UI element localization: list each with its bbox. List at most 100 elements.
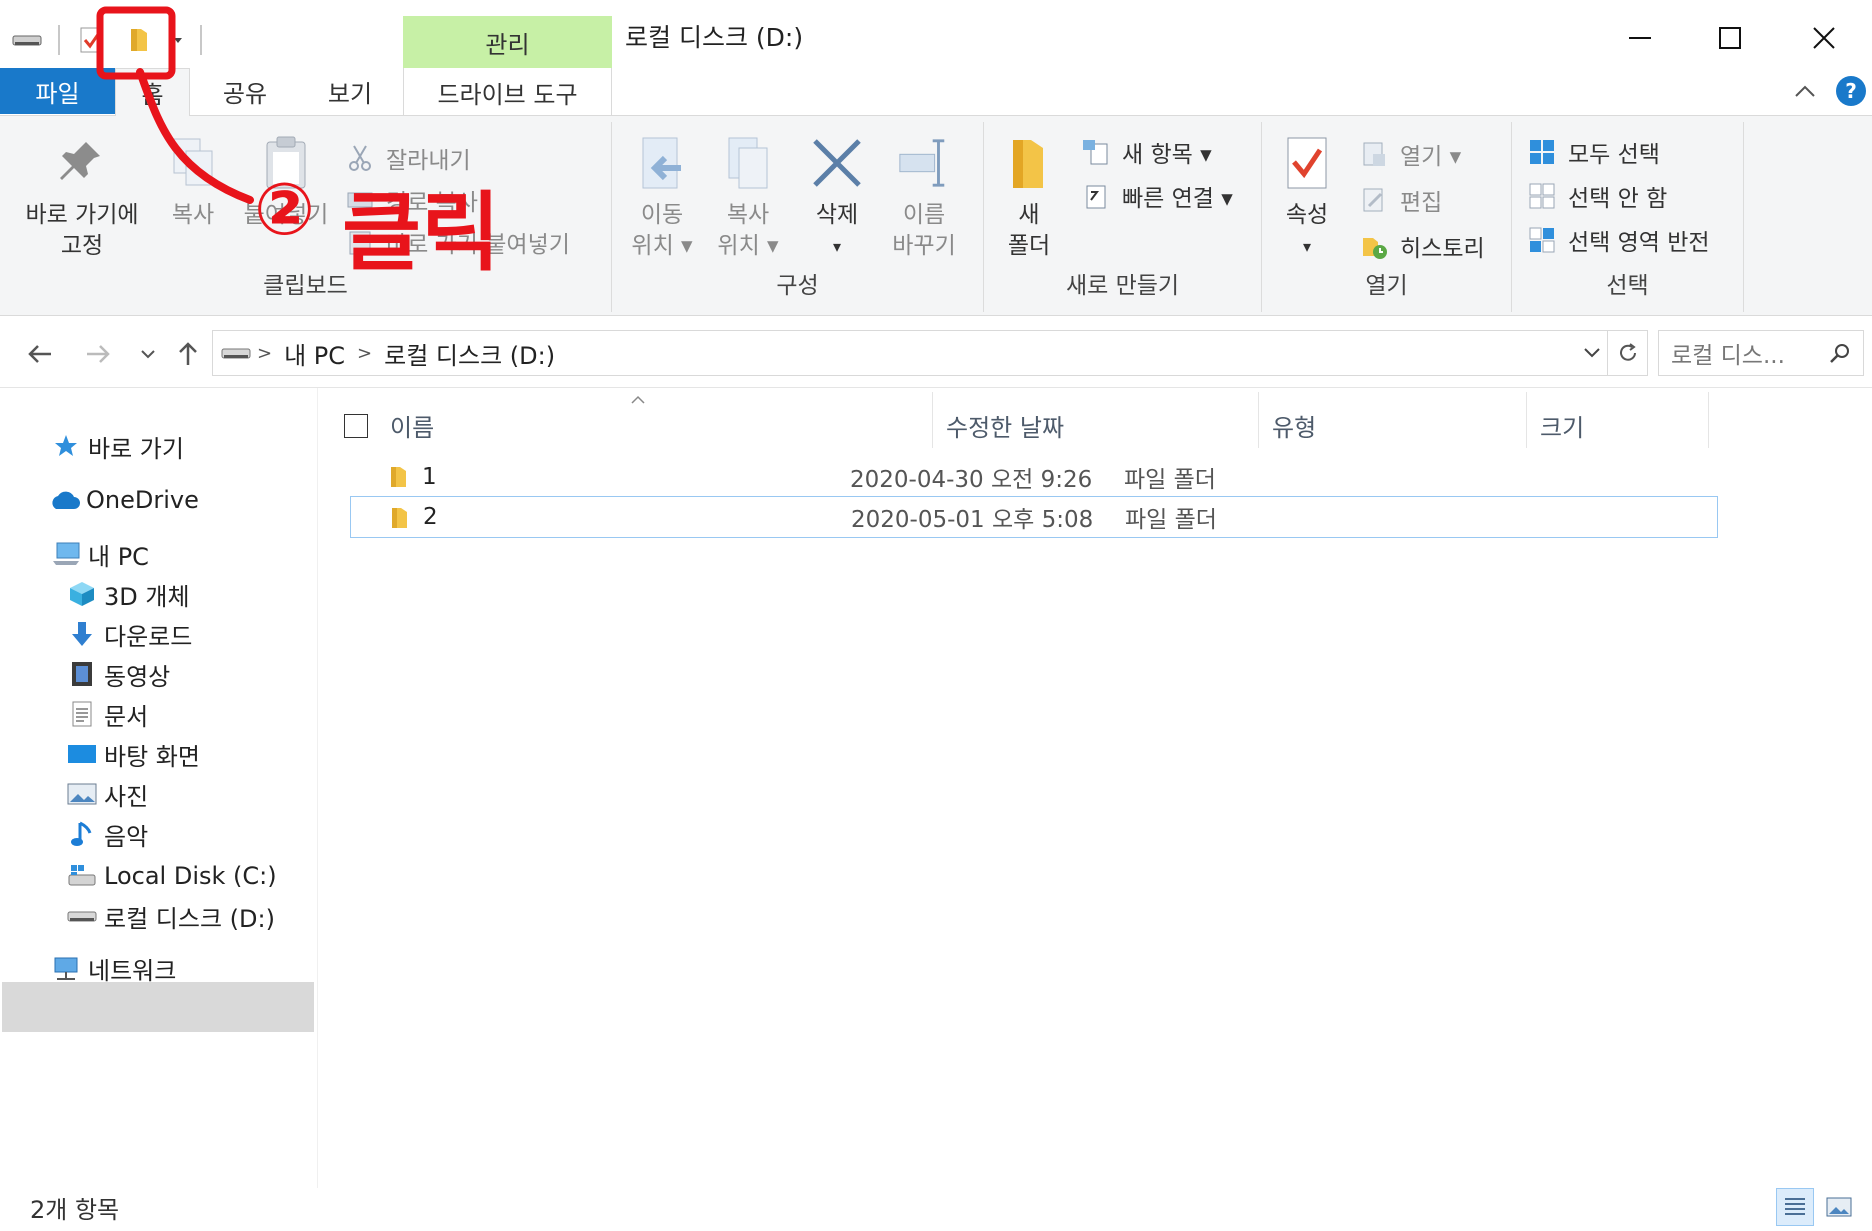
column-header-modified[interactable]: 수정한 날짜	[946, 402, 1064, 448]
breadcrumb-chevron-icon[interactable]: >	[357, 343, 372, 364]
nav-network[interactable]: 네트워크	[50, 946, 176, 990]
tab-share[interactable]: 공유	[205, 68, 285, 114]
column-separator[interactable]	[932, 392, 933, 448]
tab-drive-tools[interactable]: 드라이브 도구	[403, 68, 612, 116]
select-none-icon	[1526, 180, 1558, 212]
file-name: 2	[423, 504, 438, 530]
drive-icon	[66, 900, 98, 932]
recent-locations-button[interactable]	[128, 334, 168, 374]
nav-desktop[interactable]: 바탕 화면	[66, 732, 200, 776]
back-button[interactable]	[20, 334, 60, 374]
column-header-name[interactable]: 이름	[390, 402, 434, 448]
copy-button[interactable]: 복사	[158, 132, 228, 231]
properties-button[interactable]: 속성 ▾	[1272, 132, 1342, 262]
search-placeholder: 로컬 디스...	[1671, 343, 1785, 369]
file-list: 이름 수정한 날짜 유형 크기 1 2020-04-30 오전 9:26 파일 …	[318, 388, 1872, 1188]
address-dropdown-icon[interactable]	[1577, 347, 1607, 359]
tab-view[interactable]: 보기	[310, 68, 390, 114]
properties-icon	[1279, 132, 1335, 194]
pin-quick-access-button[interactable]: 바로 가기에 고정	[12, 132, 152, 262]
edit-icon	[1358, 184, 1390, 216]
select-all-label: 모두 선택	[1568, 142, 1660, 168]
select-all-checkbox[interactable]	[344, 414, 368, 438]
column-header-size[interactable]: 크기	[1540, 402, 1584, 448]
history-label: 히스토리	[1400, 236, 1485, 262]
new-folder-qat-icon[interactable]	[122, 20, 156, 60]
group-new: 새 폴더 새 항목 ▾ 빠른 연결 ▾ 새로 만들기	[984, 122, 1262, 312]
maximize-button[interactable]	[1690, 10, 1770, 66]
address-row: > 내 PC > 로컬 디스크 (D:) 로컬 디스...	[0, 316, 1872, 388]
tab-home[interactable]: 홈	[115, 68, 190, 116]
nav-onedrive[interactable]: OneDrive	[48, 478, 199, 522]
refresh-icon[interactable]	[1607, 331, 1647, 375]
select-group-label: 선택	[1606, 273, 1649, 299]
desktop-icon	[66, 738, 98, 770]
properties-qat-icon[interactable]	[74, 20, 108, 60]
nav-documents[interactable]: 문서	[66, 692, 148, 736]
new-item-button[interactable]: 새 항목 ▾	[1080, 132, 1212, 172]
nav-local-disk-c[interactable]: Local Disk (C:)	[66, 854, 277, 898]
collapse-ribbon-icon[interactable]	[1790, 76, 1820, 106]
forward-button[interactable]	[78, 334, 118, 374]
cut-button[interactable]: 잘라내기	[344, 138, 471, 178]
quick-access-toolbar	[10, 16, 202, 64]
large-icons-view-icon[interactable]	[1820, 1188, 1858, 1226]
up-button[interactable]	[168, 334, 208, 374]
close-button[interactable]	[1784, 10, 1864, 66]
help-icon[interactable]: ?	[1836, 76, 1866, 106]
rename-label-2: 바꾸기	[892, 233, 956, 259]
details-view-icon[interactable]	[1776, 1188, 1814, 1226]
open-label: 열기 ▾	[1400, 144, 1462, 170]
tab-file[interactable]: 파일	[0, 68, 115, 114]
drive-icon[interactable]	[10, 20, 44, 60]
new-folder-button[interactable]: 새 폴더	[994, 132, 1064, 262]
search-icon[interactable]	[1829, 342, 1851, 364]
minimize-button[interactable]	[1600, 10, 1680, 66]
pin-label-1: 바로 가기에	[25, 202, 139, 228]
customize-qat-icon[interactable]	[170, 20, 186, 60]
ribbon-right-controls: ?	[1790, 76, 1866, 106]
edit-button[interactable]: 편집	[1358, 180, 1442, 220]
breadcrumb-chevron-icon[interactable]: >	[257, 343, 272, 364]
nav-quick-access[interactable]: 바로 가기	[50, 424, 184, 468]
rename-button[interactable]: 이름 바꾸기	[884, 132, 964, 262]
open-button[interactable]: 열기 ▾	[1358, 134, 1461, 174]
open-group-label: 열기	[1365, 273, 1408, 299]
picture-icon	[66, 778, 98, 810]
invert-selection-button[interactable]: 선택 영역 반전	[1526, 220, 1710, 260]
copy-path-button[interactable]: 경로 복사	[344, 180, 478, 220]
paste-shortcut-button[interactable]: 바로 가기 붙여넣기	[344, 222, 570, 262]
nav-music[interactable]: 음악	[66, 812, 148, 856]
nav-this-pc[interactable]: 내 PC	[50, 532, 149, 576]
breadcrumb-drive-d[interactable]: 로컬 디스크 (D:)	[384, 336, 555, 371]
copy-to-button[interactable]: 복사 위치 ▾	[708, 132, 788, 262]
select-all-button[interactable]: 모두 선택	[1526, 132, 1660, 172]
breadcrumb-this-pc[interactable]: 내 PC	[284, 336, 345, 371]
table-row[interactable]: 1 2020-04-30 오전 9:26 파일 폴더	[350, 456, 1718, 498]
delete-button[interactable]: 삭제 ▾	[802, 132, 872, 262]
column-separator[interactable]	[1258, 392, 1259, 448]
cube-icon	[66, 578, 98, 610]
nav-downloads[interactable]: 다운로드	[66, 612, 192, 656]
easy-access-button[interactable]: 빠른 연결 ▾	[1080, 176, 1233, 216]
address-bar[interactable]: > 내 PC > 로컬 디스크 (D:)	[212, 330, 1648, 376]
nav-3d-objects[interactable]: 3D 개체	[66, 572, 190, 616]
history-button[interactable]: 히스토리	[1358, 226, 1485, 266]
new-group-label: 새로 만들기	[1065, 273, 1180, 299]
explorer-window: 관리 로컬 디스크 (D:) 파일 홈 공유 보기 드라이브 도구 ? 바로 가…	[0, 0, 1872, 1231]
column-separator[interactable]	[1708, 392, 1709, 448]
nav-pictures[interactable]: 사진	[66, 772, 148, 816]
manage-context-tab[interactable]: 관리	[403, 16, 612, 68]
nav-downloads-label: 다운로드	[104, 622, 193, 651]
column-separator[interactable]	[1526, 392, 1527, 448]
easy-access-icon	[1080, 180, 1112, 212]
column-header-type[interactable]: 유형	[1272, 402, 1316, 448]
paste-shortcut-label: 바로 가기 붙여넣기	[386, 232, 570, 258]
select-none-button[interactable]: 선택 안 함	[1526, 176, 1667, 216]
move-to-button[interactable]: 이동 위치 ▾	[622, 132, 702, 262]
table-row[interactable]: 2 2020-05-01 오후 5:08 파일 폴더	[350, 496, 1718, 538]
nav-videos[interactable]: 동영상	[66, 652, 170, 696]
nav-local-disk-d[interactable]: 로컬 디스크 (D:)	[66, 894, 275, 938]
paste-button[interactable]: 붙여넣기	[236, 132, 336, 231]
search-box[interactable]: 로컬 디스...	[1658, 330, 1864, 376]
